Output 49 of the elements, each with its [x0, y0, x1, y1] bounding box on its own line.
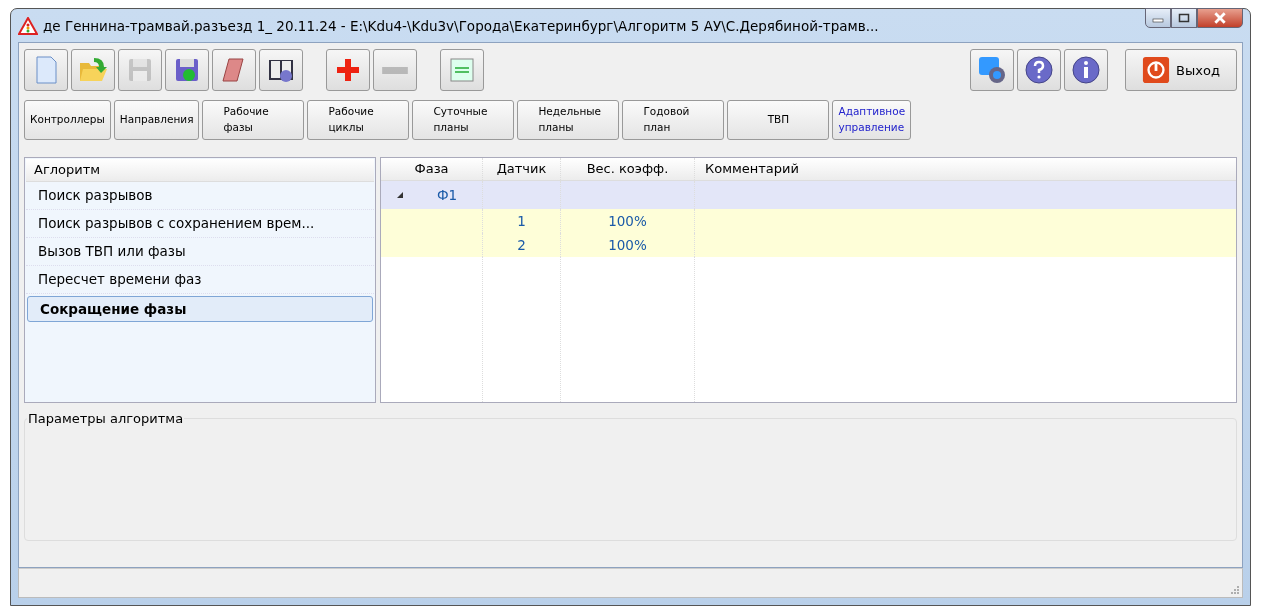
section-tab[interactable]: Контроллеры: [24, 100, 111, 140]
section-tab[interactable]: ТВП: [727, 100, 830, 140]
column-header: Вес. коэфф.: [561, 158, 695, 180]
exit-button[interactable]: Выход: [1125, 49, 1237, 91]
minimize-button[interactable]: [1145, 8, 1171, 28]
list-item[interactable]: Вызов ТВП или фазы: [26, 238, 374, 266]
window-title: де Геннина-трамвай.разъезд 1_ 20.11.24 - E:\Kdu4-\Kdu3v\Города\Екатеринбург\Алгоритм 5 АУ\С.Дерябиной-трамв...: [43, 17, 880, 34]
help-icon: [1024, 55, 1054, 85]
column-header: Датчик: [483, 158, 561, 180]
column-header: Комментарий: [704, 160, 800, 178]
warning-icon: [18, 16, 38, 35]
table-cell: 2: [483, 233, 561, 257]
section-tab[interactable]: Направления: [113, 100, 200, 140]
settings-button[interactable]: [970, 49, 1014, 91]
info-icon: [1071, 55, 1101, 85]
settings-icon: [977, 55, 1007, 85]
maximize-button[interactable]: [1171, 8, 1197, 28]
maximize-icon: [1178, 13, 1190, 23]
list-item[interactable]: Пересчет времени фаз: [26, 266, 374, 294]
board-icon: [447, 55, 477, 85]
add-button[interactable]: [326, 49, 370, 91]
list-item[interactable]: Поиск разрывов: [26, 182, 374, 210]
table-cell: Ф1: [437, 187, 458, 203]
minus-icon: [382, 66, 408, 74]
list-item[interactable]: Поиск разрывов с сохранением врем...: [26, 210, 374, 238]
group-title: Параметры алгоритма: [27, 411, 185, 426]
section-tab[interactable]: Годовой план: [622, 100, 725, 140]
new-button[interactable]: [24, 49, 68, 91]
erase-button[interactable]: [212, 49, 256, 91]
section-tab[interactable]: Адаптивное управление: [832, 100, 912, 140]
section-tab[interactable]: Рабочие фазы: [202, 100, 305, 140]
close-icon: [1213, 12, 1227, 24]
section-tab[interactable]: Суточные планы: [412, 100, 515, 140]
resize-grip-icon: [1230, 585, 1240, 595]
close-button[interactable]: [1197, 8, 1243, 28]
info-button[interactable]: [1064, 49, 1108, 91]
section-tab[interactable]: Недельные планы: [517, 100, 620, 140]
column-header: Аглоритм: [26, 159, 374, 182]
save-as-button[interactable]: [165, 49, 209, 91]
section-tab[interactable]: Рабочие циклы: [307, 100, 410, 140]
help-button[interactable]: [1017, 49, 1061, 91]
list-item[interactable]: Сокращение фазы: [27, 296, 373, 322]
collapse-icon[interactable]: [397, 192, 403, 198]
column-header: Фаза: [381, 158, 483, 180]
open-button[interactable]: [71, 49, 115, 91]
table-cell: 100%: [561, 233, 695, 257]
power-icon: [1142, 56, 1171, 84]
board-button[interactable]: [440, 49, 484, 91]
book-button[interactable]: [259, 49, 303, 91]
